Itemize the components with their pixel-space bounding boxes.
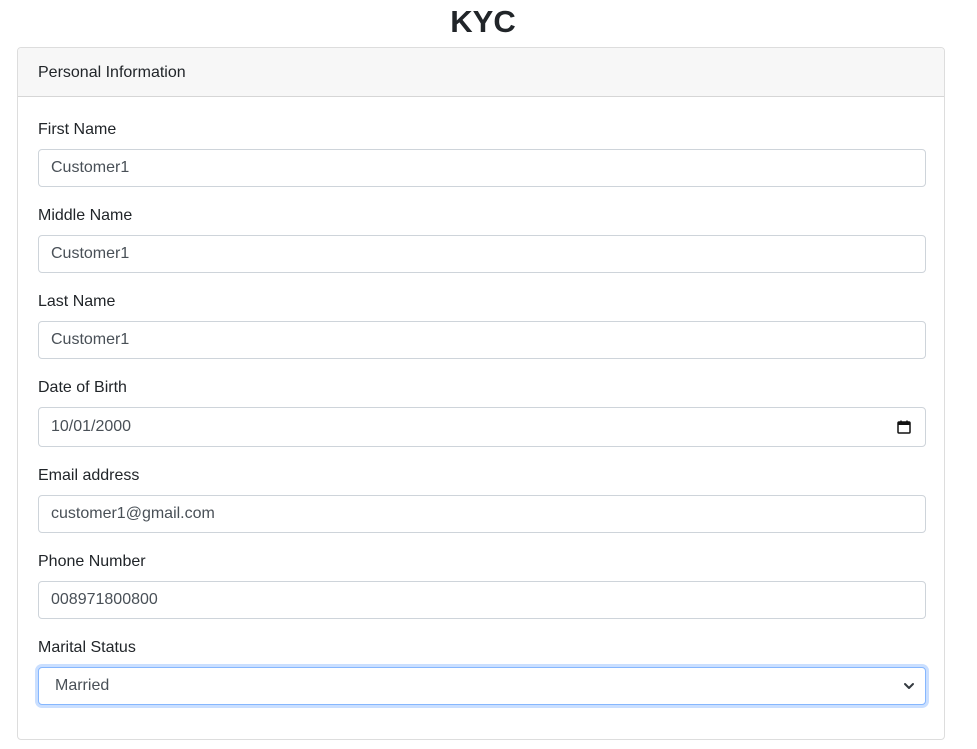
first-name-label: First Name — [38, 121, 117, 138]
first-name-input[interactable]: Customer1 — [38, 149, 926, 187]
middle-name-label: Middle Name — [38, 207, 133, 224]
chevron-down-icon — [904, 683, 914, 689]
middle-name-input[interactable]: Customer1 — [38, 235, 926, 273]
first-name-value: Customer1 — [51, 159, 130, 176]
marital-status-select[interactable]: Married — [38, 667, 926, 705]
middle-name-value: Customer1 — [51, 245, 130, 262]
marital-status-selected-value: Married — [55, 677, 110, 694]
date-of-birth-label: Date of Birth — [38, 379, 127, 396]
date-of-birth-value: 10/01/2000 — [51, 418, 132, 435]
last-name-input[interactable]: Customer1 — [38, 321, 926, 359]
page-title: KYC — [450, 4, 516, 39]
last-name-label: Last Name — [38, 293, 116, 310]
phone-number-value: 008971800800 — [51, 591, 158, 608]
card-header: Personal Information — [18, 48, 944, 97]
email-field[interactable]: customer1@gmail.com — [38, 495, 926, 533]
personal-information-card: Personal Information First Name Customer… — [17, 47, 945, 740]
phone-number-label: Phone Number — [38, 553, 146, 570]
email-label: Email address — [38, 467, 140, 484]
date-of-birth-input[interactable]: 10/01/2000 — [38, 407, 926, 447]
calendar-icon[interactable] — [897, 420, 911, 434]
last-name-value: Customer1 — [51, 331, 130, 348]
marital-status-label: Marital Status — [38, 639, 136, 656]
phone-number-input[interactable]: 008971800800 — [38, 581, 926, 619]
email-value: customer1@gmail.com — [51, 505, 215, 522]
